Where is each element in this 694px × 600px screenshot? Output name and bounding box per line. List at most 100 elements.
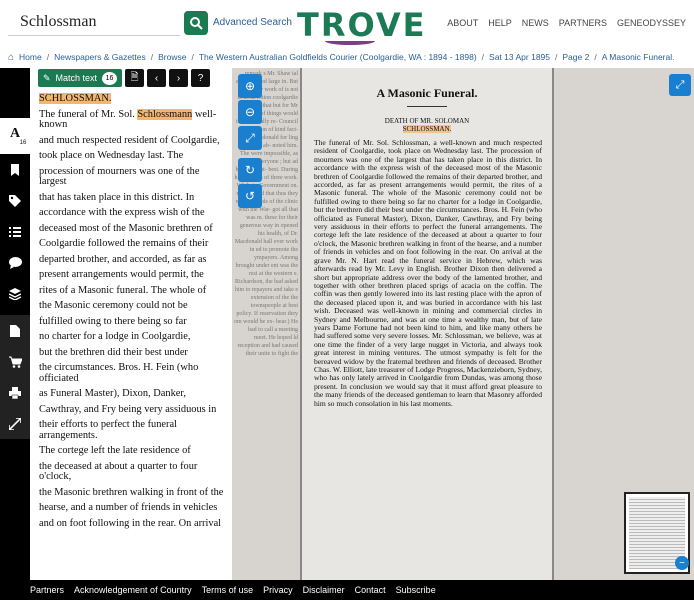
article-image: A Masonic Funeral. DEATH OF MR. SOLOMAN S… — [302, 68, 552, 580]
print-icon — [9, 386, 21, 399]
viewer-fullscreen-button[interactable]: ⤢ — [669, 74, 691, 96]
crumb-browse[interactable]: Browse — [158, 52, 186, 62]
ocr-line: departed brother, and accorded, as far a… — [39, 253, 207, 265]
zoom-out-button[interactable]: ⊖ — [238, 100, 262, 124]
comment-icon — [8, 256, 22, 269]
navigator-collapse-button[interactable]: − — [675, 556, 689, 570]
file-icon — [10, 324, 20, 337]
fit-button[interactable]: ⤢ — [238, 126, 262, 150]
zoom-in-icon: ⊕ — [244, 79, 256, 93]
list-icon — [9, 226, 21, 237]
tag-icon — [9, 194, 21, 207]
site-footer: Partners Acknowledgement of Country Term… — [0, 580, 694, 600]
ocr-line: the Masonic ceremony could not be — [39, 300, 188, 311]
zoom-out-icon: ⊖ — [244, 105, 256, 119]
match-text-button[interactable]: ✎ Match text 16 — [38, 69, 123, 87]
next-button[interactable]: › — [169, 69, 189, 87]
comment-button[interactable] — [0, 247, 30, 278]
copy-button[interactable]: 🗎 — [125, 69, 145, 87]
text-tab[interactable]: A 16 — [0, 118, 30, 154]
top-nav: ABOUT HELP NEWS PARTNERS GENEODYSSEY — [447, 18, 686, 28]
list-button[interactable] — [0, 216, 30, 247]
match-text-label: Match text — [55, 73, 98, 83]
nav-geneodyssey[interactable]: GENEODYSSEY — [617, 18, 686, 28]
ocr-line: and much respected resident of Coolgardi… — [39, 134, 220, 146]
cart-button[interactable] — [0, 346, 30, 377]
ocr-text: SCHLOSSMAN. The funeral of Mr. Sol. Schl… — [39, 93, 229, 534]
footer-contact[interactable]: Contact — [355, 585, 386, 595]
crumb-newspapers[interactable]: Newspapers & Gazettes — [54, 52, 146, 62]
logo-swoosh — [325, 37, 375, 45]
question-icon: ? — [197, 72, 204, 84]
ocr-line: Cawthray, and Fry being very assiduous i… — [39, 403, 217, 415]
rotate-right-button[interactable]: ↻ — [238, 158, 262, 182]
footer-privacy[interactable]: Privacy — [263, 585, 293, 595]
match-count: 16 — [102, 71, 118, 85]
ocr-line: took place on Wednesday last. The — [39, 150, 184, 161]
nav-about[interactable]: ABOUT — [447, 18, 478, 28]
ocr-line: no charter for a lodge in Coolgardie, — [39, 331, 191, 342]
footer-disclaimer[interactable]: Disclaimer — [303, 585, 345, 595]
fullscreen-button[interactable] — [0, 408, 30, 439]
print-button[interactable] — [0, 377, 30, 408]
help-button[interactable]: ? — [191, 69, 211, 87]
search-icon — [190, 17, 203, 30]
ocr-heading: SCHLOSSMAN. — [39, 93, 112, 104]
prev-button[interactable]: ‹ — [147, 69, 167, 87]
fit-icon: ⤢ — [245, 130, 255, 145]
cart-icon — [8, 356, 22, 368]
expand-icon — [9, 417, 21, 430]
fullscreen-icon: ⤢ — [675, 78, 685, 91]
home-icon[interactable]: ⌂ — [8, 52, 14, 63]
rotate-left-icon: ↺ — [244, 189, 256, 203]
pencil-icon: ✎ — [43, 72, 51, 83]
article-body: The funeral of Mr. Sol. Schlossman, a we… — [314, 138, 542, 408]
title-rule — [407, 106, 447, 107]
nav-help[interactable]: HELP — [488, 18, 512, 28]
ocr-line: The cortege left the late residence of — [39, 445, 191, 456]
footer-subscribe[interactable]: Subscribe — [396, 585, 436, 595]
ocr-line: rites of a Masonic funeral. The whole of — [39, 284, 207, 296]
crumb-title[interactable]: The Western Australian Goldfields Courie… — [199, 52, 477, 62]
bookmark-button[interactable] — [0, 154, 30, 185]
download-button[interactable] — [0, 315, 30, 346]
chevron-right-icon: › — [176, 72, 181, 84]
search-button[interactable] — [184, 11, 208, 35]
ocr-line: and on foot following in the rear. On ar… — [39, 517, 222, 529]
ocr-line: procession of mourners was one of the la… — [39, 165, 200, 187]
layers-button[interactable] — [0, 278, 30, 309]
ocr-line: that has taken place in this district. I… — [39, 191, 195, 203]
text-count: 16 — [19, 140, 27, 146]
footer-acknowledgement[interactable]: Acknowledgement of Country — [74, 585, 192, 595]
site-header: Advanced Search TROVE ABOUT HELP NEWS PA… — [0, 0, 694, 46]
ocr-line: the Masonic brethren walking in front of… — [39, 486, 224, 498]
ocr-line: as Funeral Master), Dixon, Danker, — [39, 388, 187, 399]
nav-partners[interactable]: PARTNERS — [559, 18, 607, 28]
ocr-line: deceased most of the Masonic brethren of — [39, 222, 213, 234]
text-icon: A — [9, 126, 21, 141]
text-toolbar: ✎ Match text 16 🗎 ‹ › ? — [38, 69, 211, 87]
rotate-left-button[interactable]: ↺ — [238, 184, 262, 208]
document-icon: 🗎 — [130, 71, 139, 83]
footer-partners[interactable]: Partners — [30, 585, 64, 595]
ocr-line: fulfilled owing to there being so far — [39, 315, 187, 327]
ocr-line: The funeral of Mr. Sol. Schlossmann well… — [39, 108, 217, 130]
article-subtitle: DEATH OF MR. SOLOMAN SCHLOSSMAN. — [384, 117, 470, 133]
bookmark-icon — [11, 163, 19, 176]
advanced-search-link[interactable]: Advanced Search — [213, 17, 292, 28]
tag-button[interactable] — [0, 185, 30, 216]
ocr-line: their efforts to perfect the funeral arr… — [39, 419, 177, 441]
search-highlight: Schlossmann — [137, 108, 193, 120]
crumb-home[interactable]: Home — [19, 52, 42, 62]
nav-news[interactable]: NEWS — [522, 18, 549, 28]
search-input[interactable] — [8, 8, 180, 36]
zoom-in-button[interactable]: ⊕ — [238, 74, 262, 98]
article-title: A Masonic Funeral. — [376, 86, 478, 100]
crumb-date[interactable]: Sat 13 Apr 1895 — [489, 52, 550, 62]
ocr-line: the circumstances. Bros. H. Fein (who of… — [39, 362, 199, 384]
footer-terms[interactable]: Terms of use — [202, 585, 254, 595]
breadcrumb: ⌂ Home / Newspapers & Gazettes / Browse / T… — [8, 51, 675, 63]
rotate-right-icon: ↻ — [244, 163, 256, 177]
crumb-page[interactable]: Page 2 — [562, 52, 589, 62]
crumb-article[interactable]: A Masonic Funeral. — [602, 52, 675, 62]
